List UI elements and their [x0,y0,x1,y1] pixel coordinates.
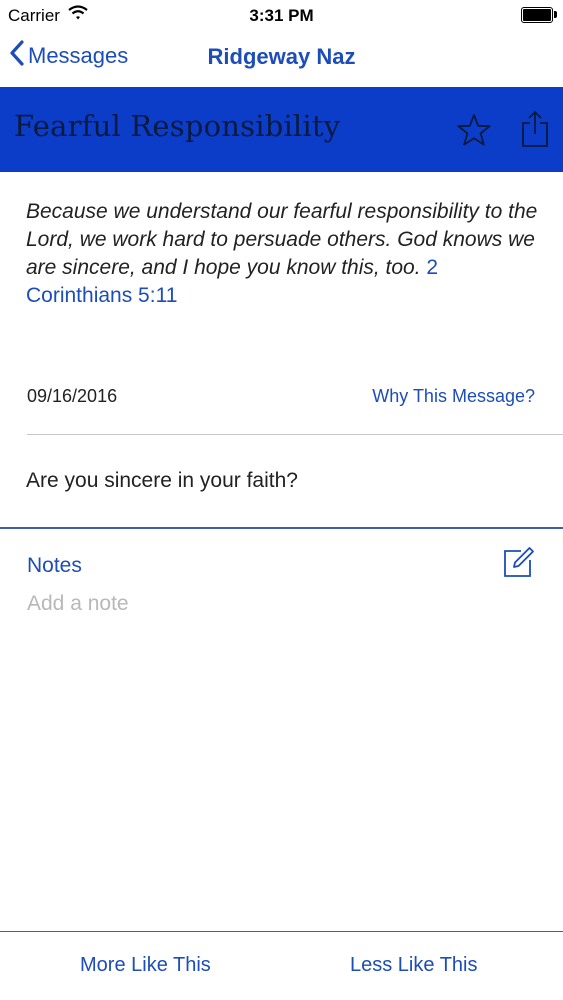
navigation-bar: Messages Ridgeway Naz [0,30,563,86]
status-bar: Carrier 3:31 PM [0,0,563,30]
divider [0,931,563,932]
battery-nub [554,11,557,18]
battery-icon [521,7,553,23]
add-note-field[interactable] [27,592,527,616]
nav-title: Ridgeway Naz [207,44,356,69]
divider [0,527,563,529]
star-icon[interactable] [456,113,492,152]
verse-body: Because we understand our fearful respon… [26,200,538,279]
share-icon[interactable] [520,109,550,154]
message-date: 09/16/2016 [27,386,118,406]
message-title: Fearful Responsibility [14,109,341,143]
edit-note-icon[interactable] [501,546,535,585]
divider [27,434,563,435]
less-like-this-button[interactable]: Less Like This [350,954,477,977]
verse-text: Because we understand our fearful respon… [26,198,542,310]
why-this-message-link[interactable]: Why This Message? [372,386,535,407]
more-like-this-button[interactable]: More Like This [80,954,211,977]
notes-heading: Notes [27,554,82,577]
message-header: Fearful Responsibility [0,87,563,172]
reflection-question: Are you sincere in your faith? [26,469,298,492]
clock: 3:31 PM [249,6,314,25]
